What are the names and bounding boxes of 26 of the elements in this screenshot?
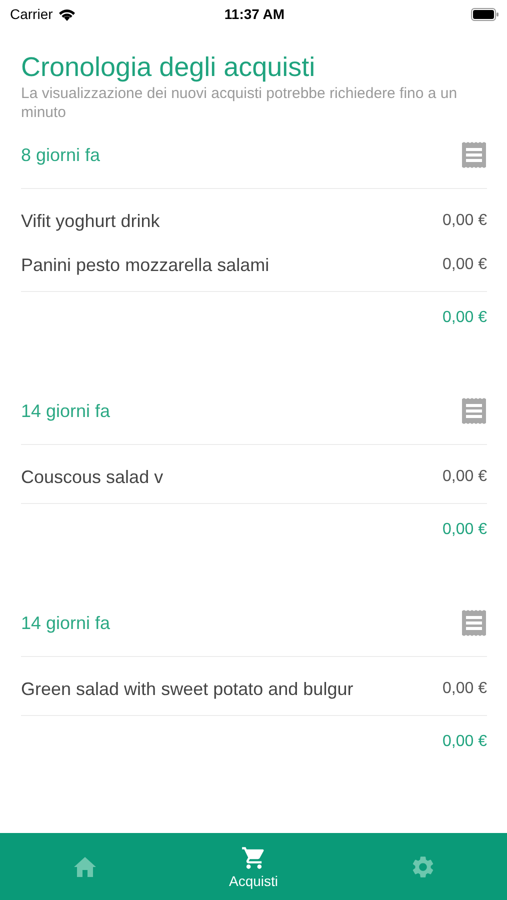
purchase-date: 14 giorni fa: [21, 400, 110, 422]
item-price: 0,00 €: [442, 680, 487, 698]
wifi-icon: [58, 8, 76, 20]
receipt-icon[interactable]: [461, 398, 487, 424]
purchase-total: 0,00 €: [442, 309, 487, 327]
item-price: 0,00 €: [442, 212, 487, 230]
purchase-total: 0,00 €: [442, 733, 487, 751]
carrier-name: Carrier: [10, 6, 53, 22]
item-price: 0,00 €: [442, 468, 487, 486]
purchase-date: 8 giorni fa: [21, 144, 100, 166]
page-subtitle: La visualizzazione dei nuovi acquisti potrebbe richiedere fino a un minuto: [21, 84, 458, 122]
status-time: 11:37 AM: [224, 6, 285, 22]
battery-icon: [471, 8, 499, 20]
cart-icon: [240, 844, 266, 870]
receipt-icon[interactable]: [461, 610, 487, 636]
item-name: Couscous salad v: [21, 466, 164, 488]
purchase-total: 0,00 €: [442, 521, 487, 539]
item-name: Panini pesto mozzarella salami: [21, 254, 270, 276]
page-title: Cronologia degli acquisti: [21, 51, 316, 84]
item-price: 0,00 €: [442, 256, 487, 274]
receipt-icon[interactable]: [461, 142, 487, 168]
item-name: Green salad with sweet potato and bulgur: [21, 678, 354, 700]
purchase-date: 14 giorni fa: [21, 612, 110, 634]
home-icon: [72, 856, 96, 878]
item-name: Vifit yoghurt drink: [21, 210, 160, 232]
cart-tab[interactable]: Acquisti: [169, 833, 338, 900]
